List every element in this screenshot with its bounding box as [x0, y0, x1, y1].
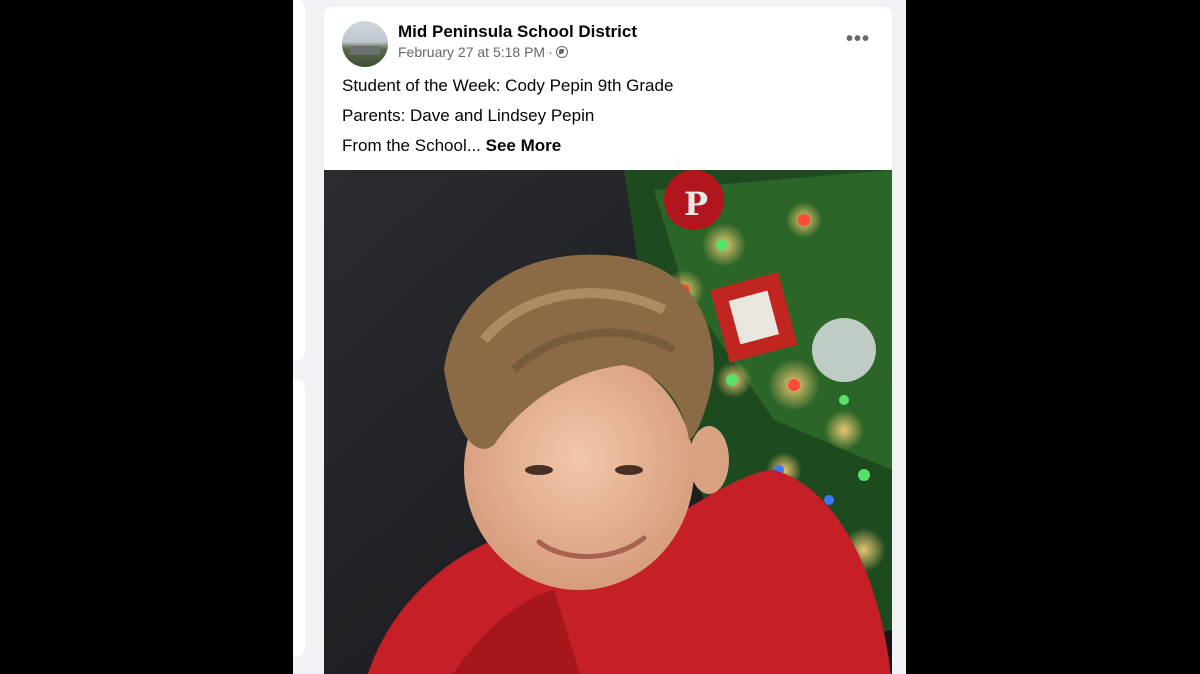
avatar-building-shape [350, 46, 380, 55]
see-more-link[interactable]: See More [486, 136, 562, 155]
post-meta: February 27 at 5:18 PM · [398, 44, 568, 60]
post-text: Student of the Week: Cody Pepin 9th Grad… [342, 75, 872, 165]
more-options-icon[interactable]: ••• [846, 29, 870, 49]
truncated-text: From the School... [342, 136, 481, 155]
page-avatar[interactable] [342, 21, 388, 67]
post-text-line: Student of the Week: Cody Pepin 9th Grad… [342, 76, 674, 95]
post-text-line: Parents: Dave and Lindsey Pepin [342, 106, 595, 125]
news-feed: Mid Peninsula School District February 2… [293, 0, 906, 674]
post-card: Mid Peninsula School District February 2… [324, 7, 892, 674]
post-text-line: From the School... See More [342, 135, 872, 157]
meta-separator: · [548, 44, 553, 60]
svg-text:P: P [684, 185, 708, 223]
post-photo[interactable]: P [324, 170, 892, 674]
adjacent-card [293, 380, 305, 656]
photo-illustration: P [324, 170, 892, 674]
screen: Mid Peninsula School District February 2… [0, 0, 1200, 674]
globe-icon[interactable] [555, 46, 568, 58]
post-author-name[interactable]: Mid Peninsula School District [398, 22, 637, 42]
post-timestamp[interactable]: February 27 at 5:18 PM [398, 44, 545, 60]
adjacent-card [293, 0, 305, 360]
